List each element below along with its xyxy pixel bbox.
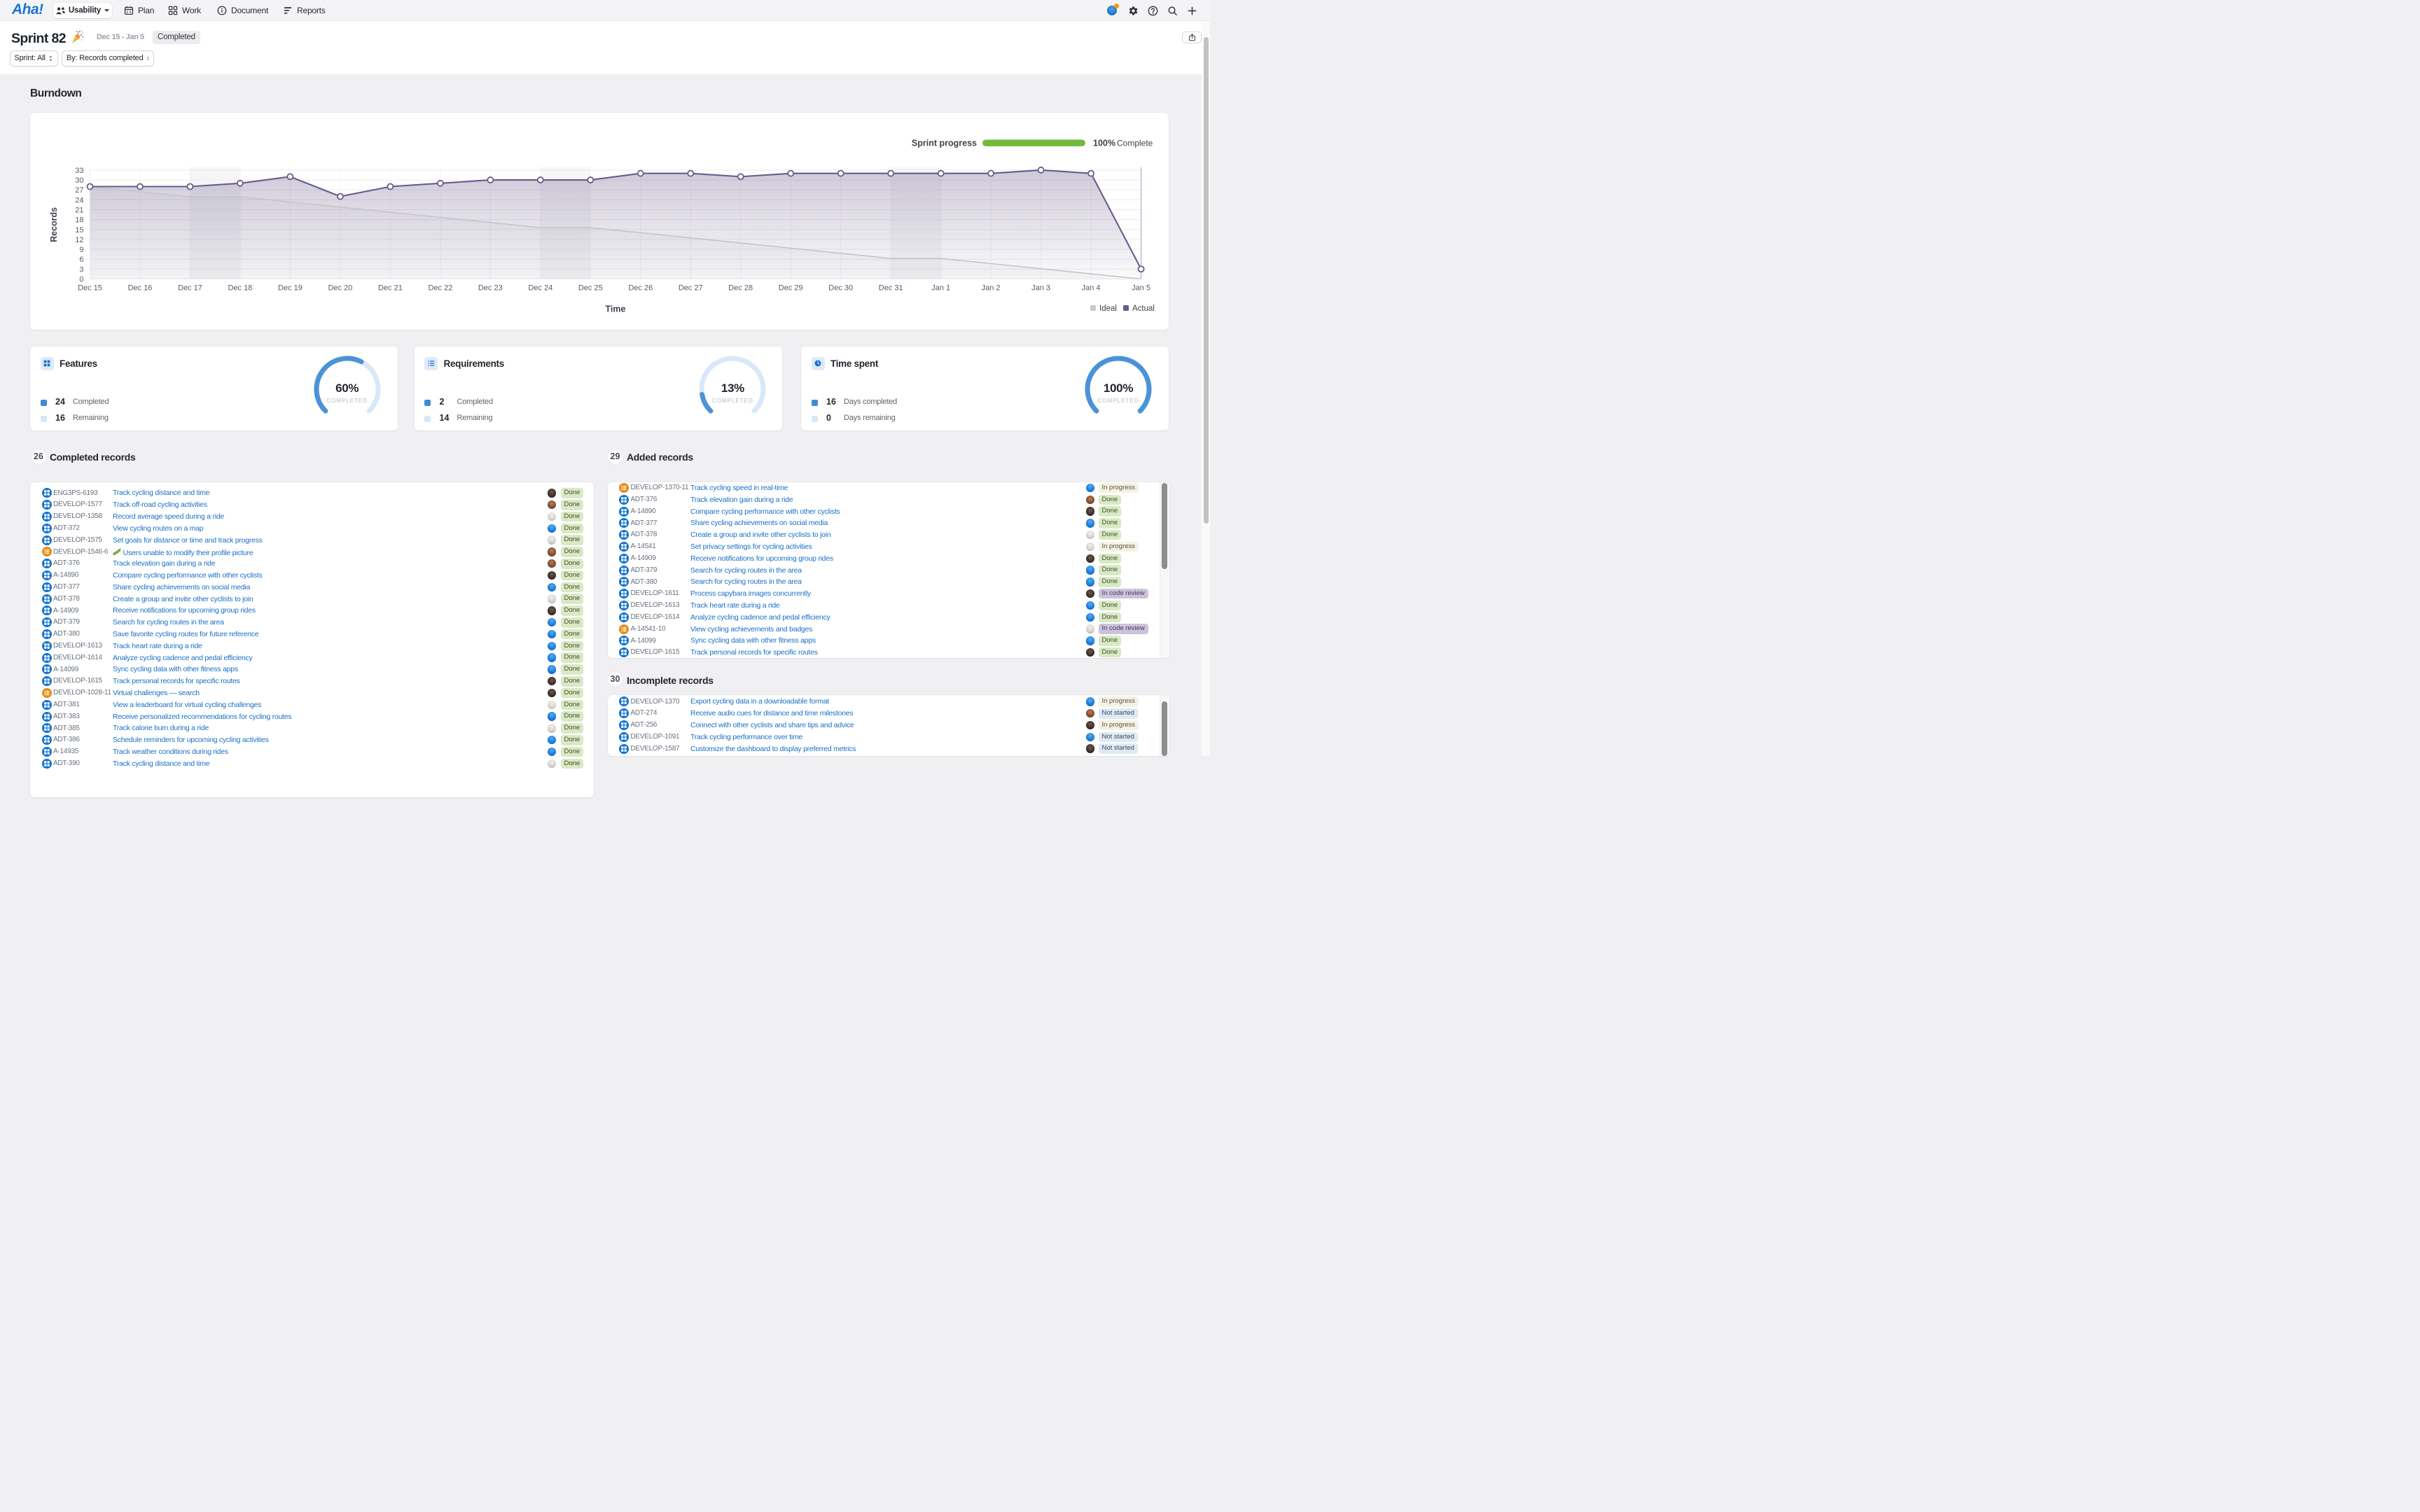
svg-text:Dec 31: Dec 31 bbox=[879, 284, 903, 293]
svg-text:Dec 16: Dec 16 bbox=[128, 284, 153, 293]
svg-text:6: 6 bbox=[79, 255, 83, 264]
svg-text:Dec 27: Dec 27 bbox=[679, 284, 703, 293]
svg-text:Dec 20: Dec 20 bbox=[328, 284, 352, 293]
svg-text:0: 0 bbox=[79, 276, 83, 284]
svg-text:18: 18 bbox=[75, 216, 83, 225]
svg-text:Actual: Actual bbox=[1132, 304, 1155, 313]
svg-text:Dec 17: Dec 17 bbox=[178, 284, 202, 293]
svg-text:Records: Records bbox=[49, 207, 59, 242]
svg-text:Time: Time bbox=[606, 304, 626, 314]
svg-text:Dec 24: Dec 24 bbox=[528, 284, 552, 293]
svg-text:Dec 25: Dec 25 bbox=[578, 284, 603, 293]
svg-text:100%: 100% bbox=[1093, 139, 1115, 148]
svg-text:Jan 1: Jan 1 bbox=[931, 284, 950, 293]
svg-text:Dec 21: Dec 21 bbox=[378, 284, 403, 293]
svg-text:Ideal: Ideal bbox=[1099, 304, 1117, 313]
svg-text:12: 12 bbox=[75, 236, 83, 244]
svg-text:Dec 28: Dec 28 bbox=[728, 284, 753, 293]
svg-text:Dec 26: Dec 26 bbox=[628, 284, 653, 293]
svg-text:Dec 22: Dec 22 bbox=[428, 284, 452, 293]
svg-text:Dec 15: Dec 15 bbox=[78, 284, 102, 293]
svg-text:15: 15 bbox=[75, 226, 83, 234]
svg-text:Dec 30: Dec 30 bbox=[828, 284, 853, 293]
svg-text:Complete: Complete bbox=[1117, 139, 1153, 148]
svg-text:27: 27 bbox=[75, 186, 83, 195]
svg-text:Dec 23: Dec 23 bbox=[478, 284, 503, 293]
svg-text:Sprint progress: Sprint progress bbox=[912, 139, 977, 148]
svg-text:Jan 4: Jan 4 bbox=[1082, 284, 1101, 293]
svg-text:21: 21 bbox=[75, 206, 83, 215]
svg-text:3: 3 bbox=[79, 265, 83, 274]
svg-text:33: 33 bbox=[75, 167, 83, 175]
svg-text:Jan 3: Jan 3 bbox=[1031, 284, 1050, 293]
svg-text:Jan 2: Jan 2 bbox=[982, 284, 1001, 293]
svg-text:9: 9 bbox=[79, 246, 83, 254]
svg-text:Dec 19: Dec 19 bbox=[278, 284, 302, 293]
svg-text:Jan 5: Jan 5 bbox=[1132, 284, 1150, 293]
svg-text:24: 24 bbox=[75, 196, 83, 204]
svg-text:Dec 29: Dec 29 bbox=[779, 284, 803, 293]
svg-text:Dec 18: Dec 18 bbox=[228, 284, 252, 293]
svg-text:30: 30 bbox=[75, 176, 83, 185]
